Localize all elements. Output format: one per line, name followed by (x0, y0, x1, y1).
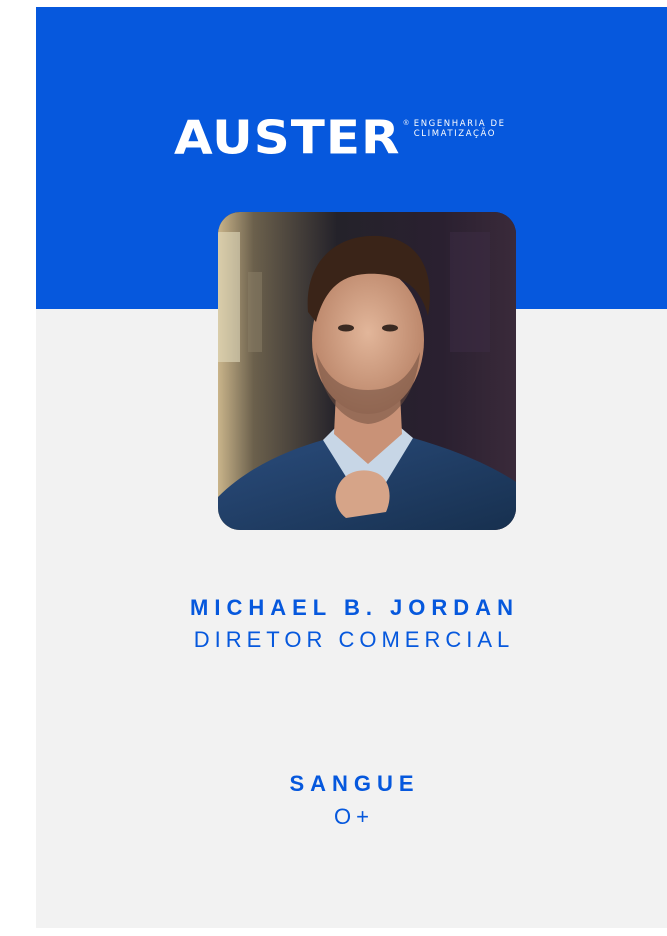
blood-type-value: O+ (334, 804, 374, 829)
employee-name: MICHAEL B. JORDAN (190, 595, 519, 620)
logo-tagline: ENGENHARIA DE CLIMATIZAÇÃO (414, 119, 506, 139)
employee-role: DIRETOR COMERCIAL (193, 627, 515, 652)
logo-tagline-line1: ENGENHARIA DE (413, 119, 506, 129)
id-badge: AUSTER ® ENGENHARIA DE CLIMATIZAÇÃO MICH… (36, 7, 667, 928)
logo-tagline-line2: CLIMATIZAÇÃO (413, 129, 497, 139)
logo-registered-mark: ® (403, 120, 409, 127)
employee-photo (218, 212, 516, 530)
logo-wordmark: AUSTER (174, 111, 401, 165)
blood-type-label: SANGUE (289, 771, 420, 796)
portrait-photo-icon (218, 212, 516, 530)
company-logo: AUSTER ® ENGENHARIA DE CLIMATIZAÇÃO (174, 115, 506, 165)
